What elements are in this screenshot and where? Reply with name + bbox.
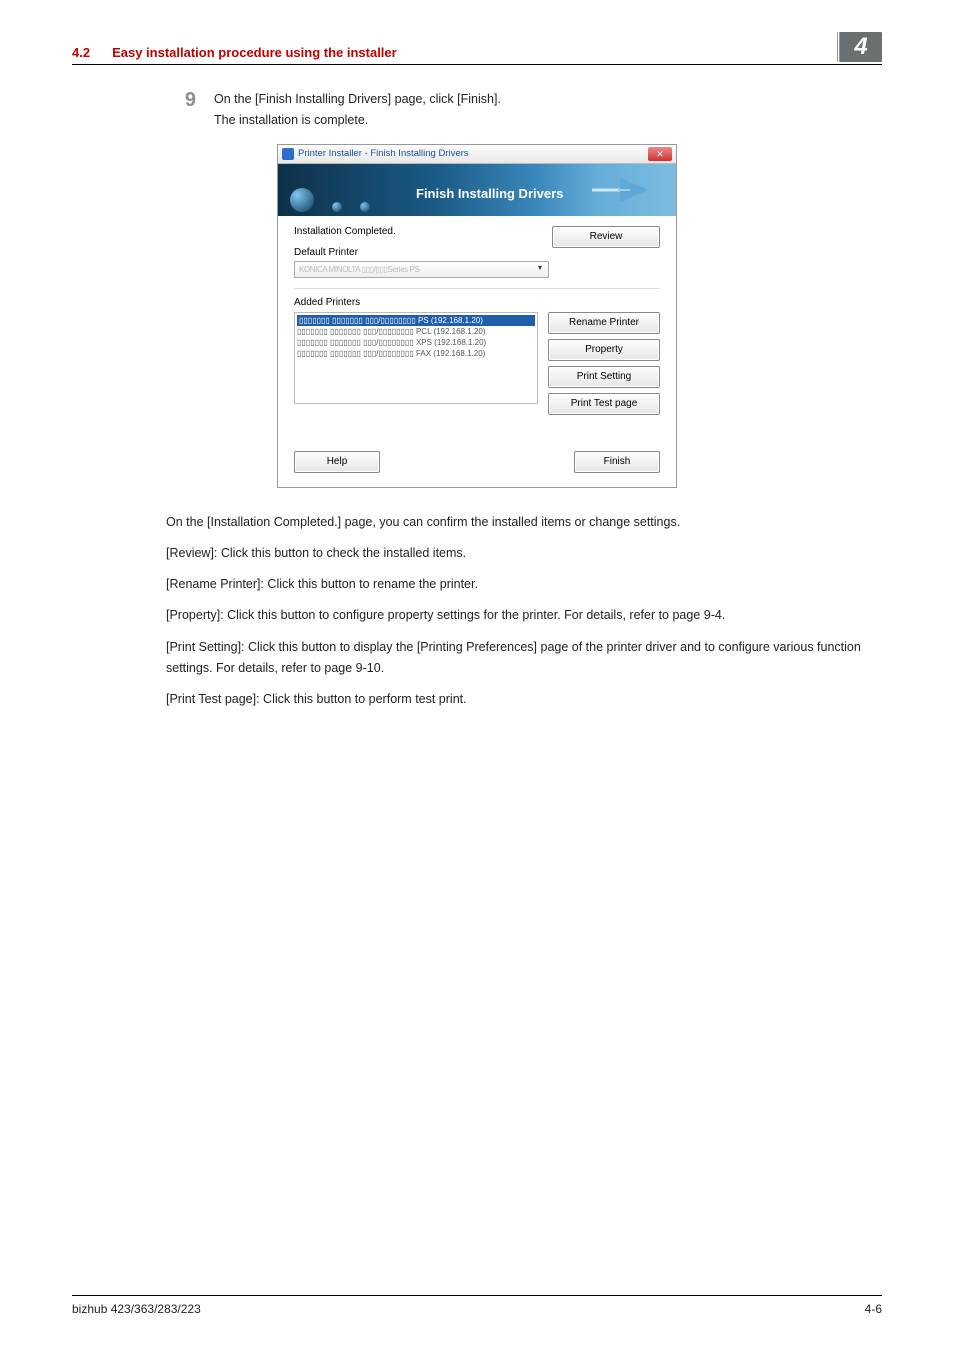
body-paragraph: On the [Installation Completed.] page, y… xyxy=(72,512,882,533)
default-printer-value: KONICA MINOLTA ▯▯▯/▯▯▯Series PS xyxy=(299,265,419,274)
footer-left: bizhub 423/363/283/223 xyxy=(72,1302,201,1316)
list-item[interactable]: ▯▯▯▯▯▯▯ ▯▯▯▯▯▯▯ ▯▯▯/▯▯▯▯▯▯▯▯ PS (192.168… xyxy=(297,315,535,326)
default-printer-label: Default Printer xyxy=(294,247,549,258)
list-item[interactable]: ▯▯▯▯▯▯▯ ▯▯▯▯▯▯▯ ▯▯▯/▯▯▯▯▯▯▯▯ FAX (192.16… xyxy=(297,348,535,359)
added-printers-list[interactable]: ▯▯▯▯▯▯▯ ▯▯▯▯▯▯▯ ▯▯▯/▯▯▯▯▯▯▯▯ PS (192.168… xyxy=(294,312,538,404)
footer-right: 4-6 xyxy=(865,1302,882,1316)
body-paragraph: [Print Test page]: Click this button to … xyxy=(72,689,882,710)
page-footer: bizhub 423/363/283/223 4-6 xyxy=(72,1295,882,1316)
print-test-page-button[interactable]: Print Test page xyxy=(548,393,660,415)
step-line-2: The installation is complete. xyxy=(214,110,882,131)
chapter-tab: 4 xyxy=(840,32,882,62)
body-paragraph: [Property]: Click this button to configu… xyxy=(72,605,882,626)
dialog-titlebar: Printer Installer - Finish Installing Dr… xyxy=(278,145,676,164)
default-printer-select[interactable]: KONICA MINOLTA ▯▯▯/▯▯▯Series PS ▾ xyxy=(294,261,549,278)
list-item[interactable]: ▯▯▯▯▯▯▯ ▯▯▯▯▯▯▯ ▯▯▯/▯▯▯▯▯▯▯▯ XPS (192.16… xyxy=(297,337,535,348)
review-button[interactable]: Review xyxy=(552,226,660,248)
property-button[interactable]: Property xyxy=(548,339,660,361)
added-printers-label: Added Printers xyxy=(294,297,660,308)
finish-button[interactable]: Finish xyxy=(574,451,660,473)
print-setting-button[interactable]: Print Setting xyxy=(548,366,660,388)
step-line-1: On the [Finish Installing Drivers] page,… xyxy=(214,89,882,110)
step-number: 9 xyxy=(166,89,200,132)
banner-title: Finish Installing Drivers xyxy=(416,186,563,201)
help-button[interactable]: Help xyxy=(294,451,380,473)
page-header: 4.2 Easy installation procedure using th… xyxy=(72,30,882,65)
arrow-icon xyxy=(590,174,654,209)
chevron-down-icon: ▾ xyxy=(534,263,546,275)
installation-completed-label: Installation Completed. xyxy=(294,226,549,237)
close-icon[interactable]: ✕ xyxy=(648,147,672,161)
body-paragraph: [Review]: Click this button to check the… xyxy=(72,543,882,564)
body-paragraph: [Print Setting]: Click this button to di… xyxy=(72,637,882,680)
rename-printer-button[interactable]: Rename Printer xyxy=(548,312,660,334)
orb-icon xyxy=(290,188,314,212)
installer-dialog: Printer Installer - Finish Installing Dr… xyxy=(277,144,677,488)
body-paragraph: [Rename Printer]: Click this button to r… xyxy=(72,574,882,595)
section-title: Easy installation procedure using the in… xyxy=(112,45,397,60)
app-icon xyxy=(282,148,294,160)
dialog-banner: Finish Installing Drivers xyxy=(278,164,676,216)
orb-icon xyxy=(360,202,370,212)
dialog-title: Printer Installer - Finish Installing Dr… xyxy=(298,148,469,159)
section-number: 4.2 xyxy=(72,45,90,60)
list-item[interactable]: ▯▯▯▯▯▯▯ ▯▯▯▯▯▯▯ ▯▯▯/▯▯▯▯▯▯▯▯ PCL (192.16… xyxy=(297,326,535,337)
orb-icon xyxy=(332,202,342,212)
step-block: 9 On the [Finish Installing Drivers] pag… xyxy=(72,89,882,132)
